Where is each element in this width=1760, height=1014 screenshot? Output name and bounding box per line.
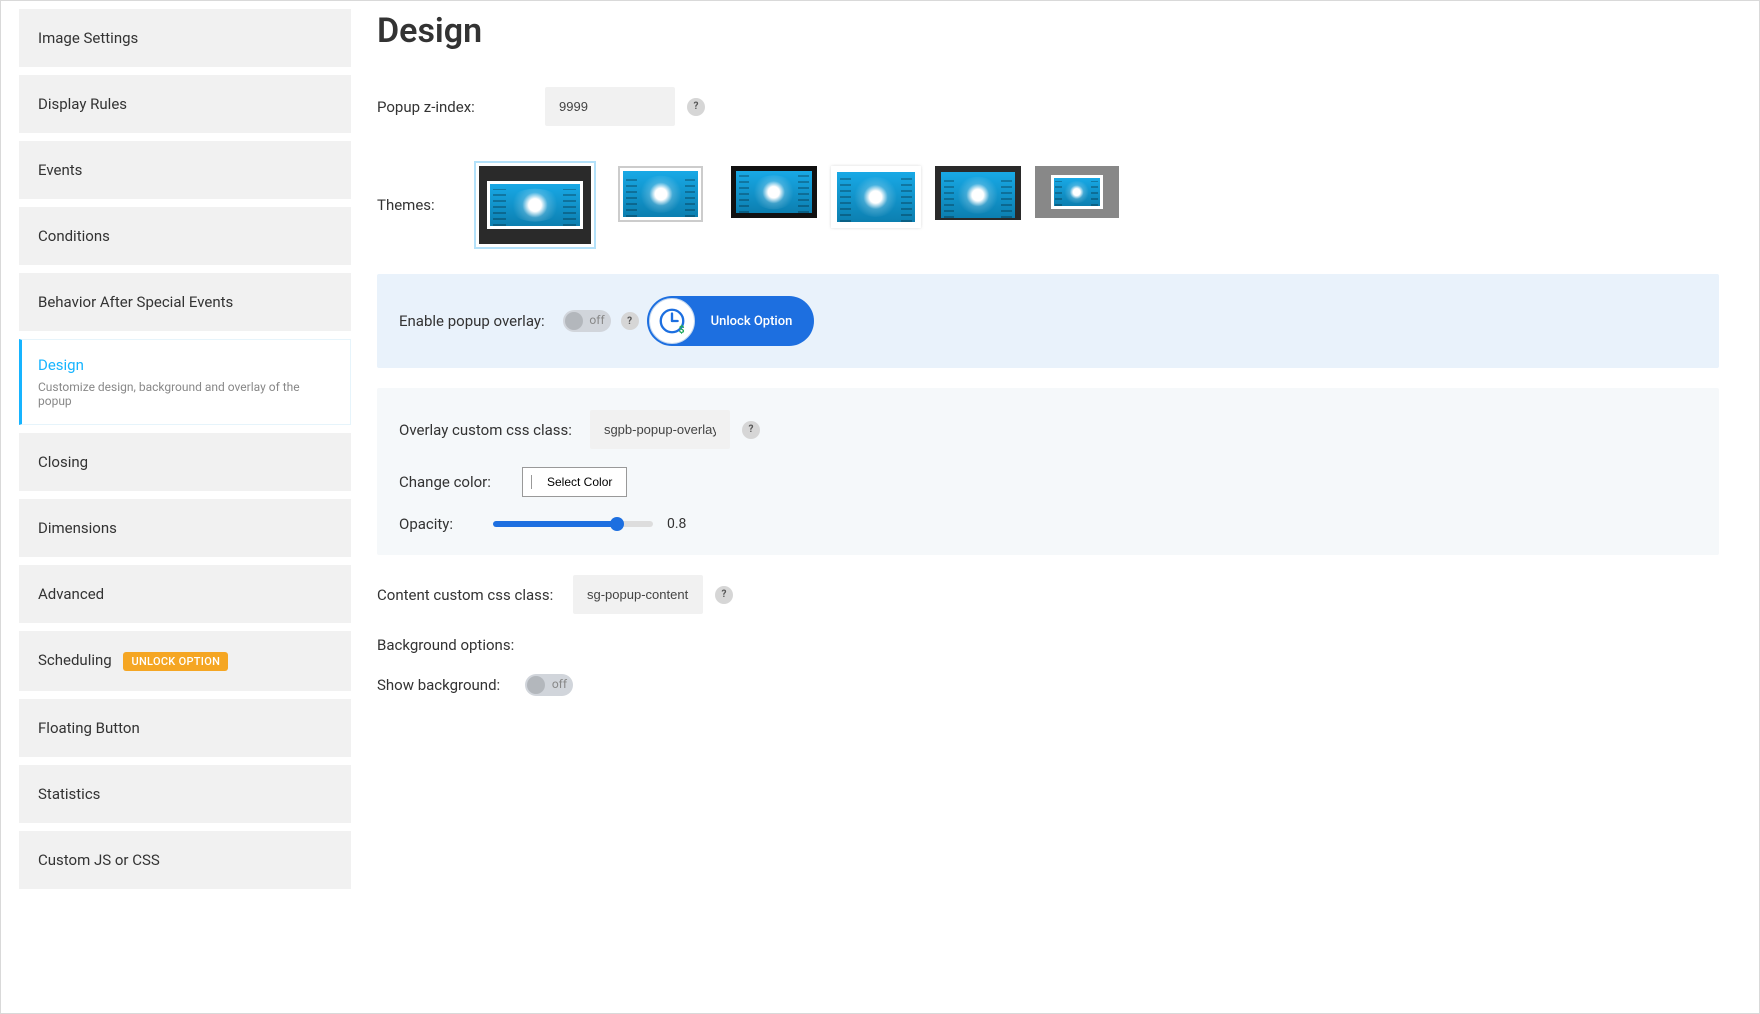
enable-overlay-toggle[interactable]: off [563,310,611,332]
opacity-label: Opacity: [399,515,475,533]
toggle-knob [565,312,583,330]
overlay-css-label: Overlay custom css class: [399,421,572,439]
show-background-toggle[interactable]: off [525,674,573,696]
sidebar-item-behavior-after-special-events[interactable]: Behavior After Special Events [19,273,351,331]
select-color-button[interactable]: Select Color [522,467,627,497]
sidebar-item-label: Behavior After Special Events [38,293,233,311]
toggle-off-label: off [552,677,567,691]
sidebar-item-closing[interactable]: Closing [19,433,351,491]
opacity-slider[interactable] [493,521,653,527]
page-title: Design [377,11,1719,51]
background-options-header: Background options: [377,636,1719,654]
help-icon[interactable]: ? [687,98,705,116]
svg-text:$: $ [678,323,684,336]
clock-dollar-icon: $ [649,298,695,344]
show-background-row: Show background: off [377,674,1719,696]
sidebar-item-label: Statistics [38,785,100,803]
sidebar-item-dimensions[interactable]: Dimensions [19,499,351,557]
sidebar-item-advanced[interactable]: Advanced [19,565,351,623]
sidebar-item-label: Closing [38,453,88,471]
unlock-option-label: Unlock Option [711,314,793,329]
unlock-option-button[interactable]: $ Unlock Option [647,296,815,346]
theme-option-6[interactable] [1035,166,1119,218]
main-content: Design Popup z-index: ? Themes: [351,1,1759,1013]
help-icon[interactable]: ? [621,312,639,330]
sidebar-item-scheduling[interactable]: Scheduling UNLOCK OPTION [19,631,351,691]
sidebar-item-label: Floating Button [38,719,140,737]
themes-label: Themes: [377,196,435,214]
zindex-row: Popup z-index: ? [377,87,1719,126]
overlay-enable-panel: Enable popup overlay: off ? $ [377,274,1719,368]
theme-option-4[interactable] [831,166,921,228]
sidebar-item-custom-js-css[interactable]: Custom JS or CSS [19,831,351,889]
toggle-knob [527,676,545,694]
sidebar-item-label: Image Settings [38,29,138,47]
sidebar-item-floating-button[interactable]: Floating Button [19,699,351,757]
sidebar-item-label: Advanced [38,585,104,603]
sidebar-item-display-rules[interactable]: Display Rules [19,75,351,133]
theme-option-3[interactable] [731,166,817,218]
sidebar-item-label: Conditions [38,227,110,245]
toggle-off-label: off [589,313,604,327]
settings-sidebar: Image Settings Display Rules Events Cond… [1,1,351,1013]
help-icon[interactable]: ? [742,421,760,439]
theme-option-2[interactable] [605,166,717,222]
content-css-input[interactable] [573,575,703,614]
sidebar-item-design[interactable]: Design Customize design, background and … [19,339,351,425]
help-icon[interactable]: ? [715,586,733,604]
sidebar-item-label: Dimensions [38,519,117,537]
enable-overlay-label: Enable popup overlay: [399,312,545,330]
sidebar-item-conditions[interactable]: Conditions [19,207,351,265]
sidebar-item-statistics[interactable]: Statistics [19,765,351,823]
sidebar-item-description: Customize design, background and overlay… [38,380,334,408]
change-color-label: Change color: [399,473,504,491]
overlay-settings-panel: Overlay custom css class: ? Change color… [377,388,1719,555]
unlock-option-badge: UNLOCK OPTION [123,652,228,671]
overlay-css-input[interactable] [590,410,730,449]
sidebar-item-events[interactable]: Events [19,141,351,199]
sidebar-item-label: Custom JS or CSS [38,851,160,869]
themes-row: Themes: [377,166,1719,244]
theme-option-5[interactable] [935,166,1021,220]
show-background-label: Show background: [377,676,507,694]
sidebar-item-label: Scheduling [38,651,112,669]
zindex-label: Popup z-index: [377,98,527,116]
zindex-input[interactable] [545,87,675,126]
theme-option-1[interactable] [479,166,591,244]
opacity-value: 0.8 [667,516,686,532]
themes-list [479,166,1119,244]
sidebar-item-label: Display Rules [38,95,127,113]
content-css-label: Content custom css class: [377,586,555,604]
sidebar-item-label: Design [38,356,334,374]
sidebar-item-image-settings[interactable]: Image Settings [19,9,351,67]
sidebar-item-label: Events [38,161,82,179]
content-css-row: Content custom css class: ? [377,575,1719,614]
